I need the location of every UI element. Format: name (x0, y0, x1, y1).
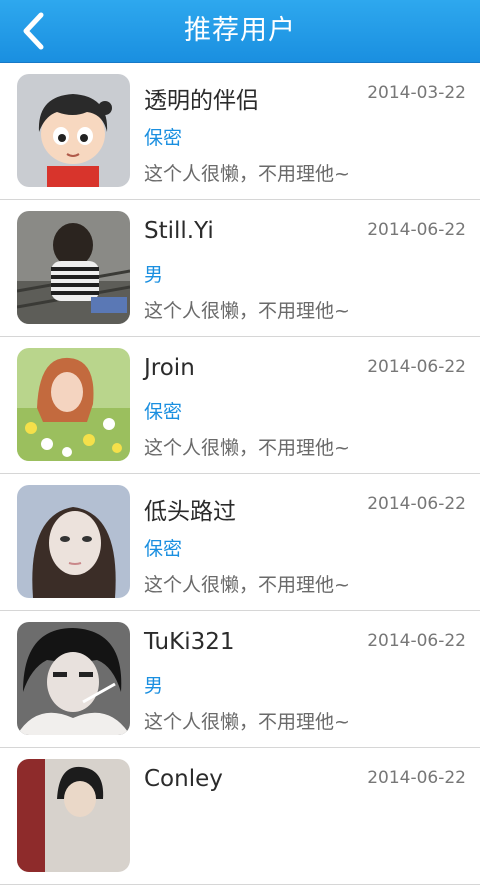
user-list-item[interactable]: 低头路过 2014-06-22 保密 这个人很懒，不用理他~ (0, 474, 480, 611)
user-signature: 这个人很懒，不用理他~ (144, 574, 350, 596)
user-list-item[interactable]: Jroin 2014-06-22 保密 这个人很懒，不用理他~ (0, 337, 480, 474)
user-gender: 男 (144, 675, 164, 697)
user-signature: 这个人很懒，不用理他~ (144, 163, 350, 185)
user-date: 2014-06-22 (367, 357, 466, 377)
user-gender: 男 (144, 264, 164, 286)
user-avatar[interactable] (17, 622, 130, 735)
page-title: 推荐用户 (184, 15, 296, 46)
user-signature: 这个人很懒，不用理他~ (144, 437, 350, 459)
user-name: 低头路过 (144, 499, 236, 525)
user-date: 2014-03-22 (367, 83, 466, 103)
user-gender: 保密 (144, 401, 183, 423)
user-list: 透明的伴侣 2014-03-22 保密 这个人很懒，不用理他~ Still.Yi… (0, 63, 480, 885)
user-list-item[interactable]: 透明的伴侣 2014-03-22 保密 这个人很懒，不用理他~ (0, 63, 480, 200)
title-bar: 推荐用户 (0, 0, 480, 63)
user-name: Conley (144, 766, 223, 792)
user-name: TuKi321 (144, 629, 235, 655)
user-signature: 这个人很懒，不用理他~ (144, 711, 350, 733)
user-gender: 保密 (144, 127, 183, 149)
user-avatar[interactable] (17, 759, 130, 872)
user-avatar[interactable] (17, 211, 130, 324)
user-name: Still.Yi (144, 218, 214, 244)
user-date: 2014-06-22 (367, 220, 466, 240)
user-avatar[interactable] (17, 348, 130, 461)
user-list-item[interactable]: Still.Yi 2014-06-22 男 这个人很懒，不用理他~ (0, 200, 480, 337)
user-name: Jroin (144, 355, 195, 381)
user-avatar[interactable] (17, 485, 130, 598)
user-list-item[interactable]: TuKi321 2014-06-22 男 这个人很懒，不用理他~ (0, 611, 480, 748)
user-list-item[interactable]: Conley 2014-06-22 (0, 748, 480, 885)
user-name: 透明的伴侣 (144, 88, 259, 114)
user-avatar[interactable] (17, 74, 130, 187)
user-date: 2014-06-22 (367, 494, 466, 514)
user-date: 2014-06-22 (367, 631, 466, 651)
user-date: 2014-06-22 (367, 768, 466, 788)
user-gender: 保密 (144, 538, 183, 560)
user-signature: 这个人很懒，不用理他~ (144, 300, 350, 322)
